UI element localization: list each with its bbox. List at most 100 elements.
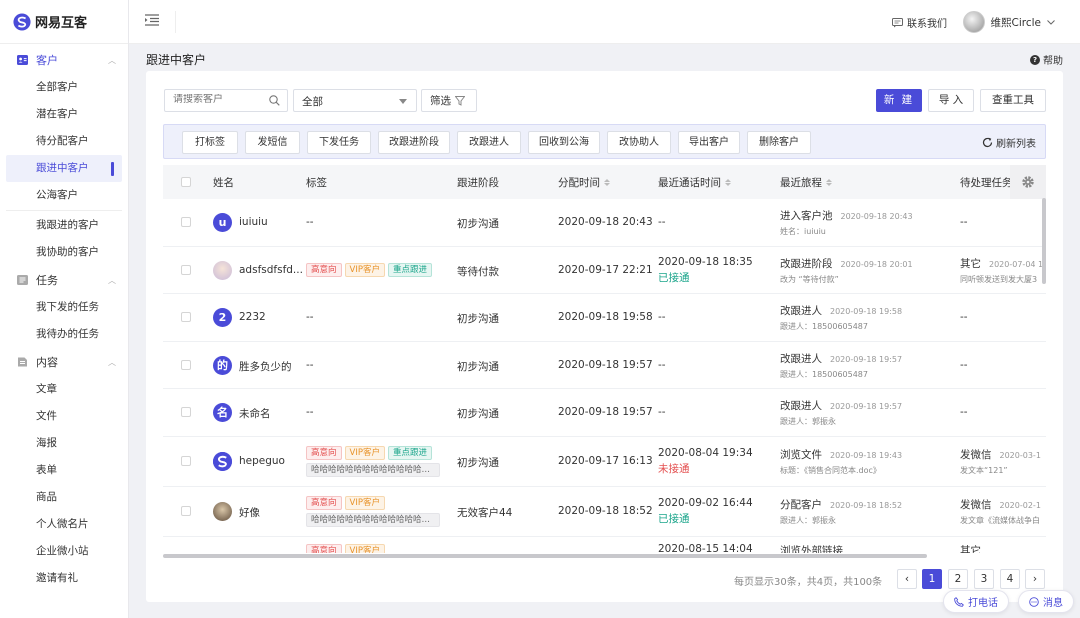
bulk-action-button[interactable]: 改跟进阶段 [378, 131, 450, 154]
sidebar-item[interactable]: 跟进中客户 [6, 155, 122, 182]
contact-us-link[interactable]: 联系我们 [892, 15, 947, 30]
import-button[interactable]: 导 入 [928, 89, 974, 112]
row-checkbox[interactable] [181, 456, 191, 466]
table-row[interactable]: adsfsdfsfd... 高意向 VIP客户 重点跟进 等待付款 2020-09-17 … [163, 247, 1046, 294]
sidebar-item[interactable]: 邀请有礼 [0, 565, 128, 592]
sidebar-item[interactable]: 全部客户 [0, 74, 128, 101]
customer-tags: 高意向 VIP客户 [306, 544, 388, 553]
search-icon[interactable] [269, 95, 280, 106]
bulk-action-button[interactable]: 删除客户 [747, 131, 811, 154]
row-checkbox[interactable] [181, 407, 191, 417]
call-status: 未接通 [658, 463, 690, 475]
next-page-button[interactable]: › [1025, 569, 1045, 589]
call-float-button[interactable]: 打电话 [943, 590, 1009, 613]
customer-name[interactable]: 胜多负少的 [239, 359, 292, 374]
sidebar-item[interactable]: 我跟进的客户 [0, 212, 128, 239]
sidebar-item[interactable]: 我待办的任务 [0, 321, 128, 348]
help-link[interactable]: ? 帮助 [1030, 52, 1063, 67]
last-call-time: 2020-08-04 19:34 [658, 447, 753, 459]
table-row[interactable]: 的胜多负少的 -- 初步沟通 2020-09-18 19:57 -- 改跟进人 2020-0… [163, 342, 1046, 389]
row-checkbox[interactable] [181, 312, 191, 322]
sidebar-item[interactable]: 待分配客户 [0, 128, 128, 155]
journey-time: 2020-09-18 20:43 [840, 212, 913, 221]
customer-name[interactable]: adsfsdfsfd... [239, 264, 303, 276]
bulk-action-button[interactable]: 改协助人 [607, 131, 671, 154]
row-checkbox[interactable] [181, 264, 191, 275]
select-all-checkbox[interactable] [181, 177, 191, 187]
table-row[interactable]: 名未命名 -- 初步沟通 2020-09-18 19:57 -- 改跟进人 2020-09-… [163, 389, 1046, 437]
sidebar-item[interactable]: 企业微小站 [0, 538, 128, 565]
page-button[interactable]: 2 [948, 569, 968, 589]
sidebar-section-1[interactable]: 任务 ︿ [0, 266, 128, 294]
customer-name[interactable]: 好像 [239, 505, 260, 520]
journey-action: 分配客户 [780, 499, 822, 511]
table-row[interactable]: 高意向 VIP客户 2020-08-15 14:04 浏览外部链接 其它 [163, 537, 1046, 553]
col-journey[interactable]: 最近旅程 [780, 175, 832, 190]
topbar: 联系我们 维熙Circle [129, 0, 1080, 44]
sidebar-section-label: 内容 [36, 356, 58, 369]
funnel-icon [455, 95, 465, 106]
bulk-action-button[interactable]: 发短信 [245, 131, 300, 154]
refresh-list-button[interactable]: 刷新列表 [982, 135, 1036, 150]
dedupe-tool-button[interactable]: 查重工具 [980, 89, 1046, 112]
bulk-action-button[interactable]: 打标签 [182, 131, 238, 154]
sidebar-section-2[interactable]: 内容 ︿ [0, 348, 128, 376]
brand-logo[interactable]: 网易互客 [0, 0, 128, 44]
tags-empty: -- [306, 358, 314, 371]
sidebar-item[interactable]: 商品 [0, 484, 128, 511]
sidebar-item[interactable]: 个人微名片 [0, 511, 128, 538]
customer-name[interactable]: 2232 [239, 311, 266, 323]
sidebar-item[interactable]: 我协助的客户 [0, 239, 128, 266]
help-icon: ? [1030, 54, 1040, 65]
page-button[interactable]: 1 [922, 569, 942, 589]
row-checkbox[interactable] [181, 217, 191, 227]
horizontal-scrollbar[interactable] [163, 554, 927, 558]
menu-toggle-icon[interactable] [145, 14, 159, 26]
col-assigned[interactable]: 分配时间 [558, 175, 610, 190]
task-type: 其它 [960, 545, 981, 553]
table-row[interactable]: 2 2232 -- 初步沟通 2020-09-18 19:58 -- 改跟进人 2020-09… [163, 294, 1046, 342]
user-menu[interactable]: 维熙Circle [962, 11, 1056, 33]
pending-task: -- [960, 311, 968, 323]
sidebar-item[interactable]: 文章 [0, 376, 128, 403]
journey-action: 改跟进人 [780, 400, 822, 412]
col-last-call[interactable]: 最近通话时间 [658, 175, 731, 190]
page-button[interactable]: 3 [974, 569, 994, 589]
chevron-up-icon: ︿ [108, 358, 116, 367]
row-checkbox[interactable] [181, 506, 191, 516]
customer-name[interactable]: iuiuiu [239, 216, 268, 228]
search-input[interactable] [173, 94, 263, 105]
table-row[interactable]: 好像 高意向 VIP客户 哈哈哈哈哈哈哈哈哈哈哈哈哈哈哈 无效客户44 2020-09-1… [163, 487, 1046, 537]
vertical-scrollbar[interactable] [1042, 198, 1046, 284]
sidebar-section-0[interactable]: 客户 ︿ [0, 46, 128, 74]
bulk-action-button[interactable]: 改跟进人 [457, 131, 521, 154]
last-journey: 改跟进人 2020-09-18 19:58 跟进人：18500605487 [780, 303, 902, 332]
column-settings-button[interactable] [1010, 165, 1046, 199]
bulk-action-button[interactable]: 下发任务 [307, 131, 371, 154]
table-row[interactable]: u iuiuiu -- 初步沟通 2020-09-18 20:43 -- 进入客户池 2020… [163, 199, 1046, 247]
scope-select[interactable]: 全部 [293, 89, 417, 112]
sidebar-item[interactable]: 表单 [0, 457, 128, 484]
filter-button[interactable]: 筛选 [421, 89, 477, 112]
customer-name[interactable]: hepeguo [239, 455, 285, 467]
customer-name[interactable]: 未命名 [239, 406, 271, 421]
prev-page-button[interactable]: ‹ [897, 569, 917, 589]
row-checkbox[interactable] [181, 359, 191, 370]
col-assigned-label: 分配时间 [558, 177, 600, 189]
task-type: -- [960, 406, 968, 418]
sidebar-item[interactable]: 文件 [0, 403, 128, 430]
col-name-label: 姓名 [213, 177, 234, 189]
search-box[interactable] [164, 89, 288, 112]
new-customer-button[interactable]: 新 建 [876, 89, 922, 112]
bulk-action-button[interactable]: 回收到公海 [528, 131, 600, 154]
page-button[interactable]: 4 [1000, 569, 1020, 589]
follow-stage: 等待付款 [457, 265, 499, 278]
sidebar-item[interactable]: 潜在客户 [0, 101, 128, 128]
sidebar-item[interactable]: 海报 [0, 430, 128, 457]
sidebar-item[interactable]: 公海客户 [0, 182, 128, 209]
bulk-action-button[interactable]: 导出客户 [678, 131, 740, 154]
sidebar-item[interactable]: 我下发的任务 [0, 294, 128, 321]
table-row[interactable]: hepeguo 高意向 VIP客户 重点跟进 哈哈哈哈哈哈哈哈哈哈哈哈哈哈哈 初步沟通 20… [163, 437, 1046, 487]
message-float-button[interactable]: 消息 [1018, 590, 1074, 613]
task-type: 发微信 [960, 449, 992, 461]
